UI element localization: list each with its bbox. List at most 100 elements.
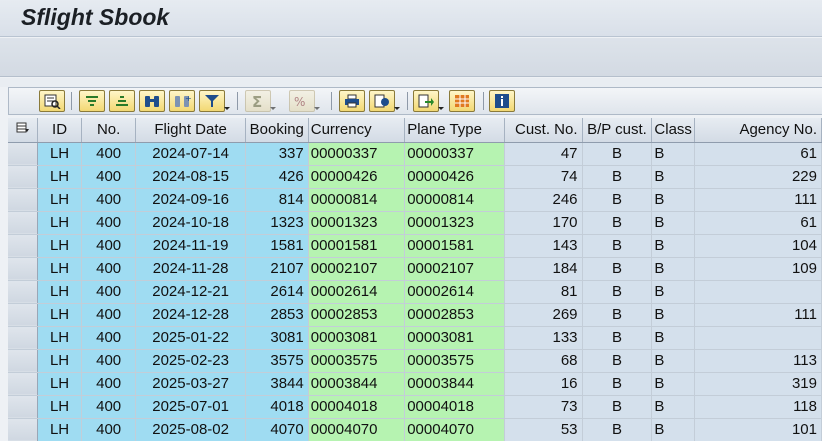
cell-flight-date[interactable]: 2025-03-27 bbox=[135, 372, 246, 396]
cell-no[interactable]: 400 bbox=[81, 211, 137, 235]
cell-bp-cust[interactable]: B bbox=[582, 211, 653, 235]
cell-cust-no[interactable]: 68 bbox=[504, 349, 583, 373]
cell-plane-type[interactable]: 00003575 bbox=[404, 349, 505, 373]
row-selector[interactable] bbox=[8, 165, 39, 189]
cell-agency-no[interactable]: 111 bbox=[694, 188, 822, 212]
cell-plane-type[interactable]: 00004018 bbox=[404, 395, 505, 419]
cell-currency[interactable]: 00002853 bbox=[308, 303, 406, 327]
cell-plane-type[interactable]: 00001323 bbox=[404, 211, 505, 235]
cell-plane-type[interactable]: 00001581 bbox=[404, 234, 505, 258]
row-selector[interactable] bbox=[8, 418, 39, 441]
cell-class[interactable]: B bbox=[651, 349, 695, 373]
details-button[interactable] bbox=[39, 90, 65, 112]
row-selector[interactable] bbox=[8, 188, 39, 212]
cell-no[interactable]: 400 bbox=[81, 418, 137, 441]
cell-class[interactable]: B bbox=[651, 257, 695, 281]
cell-cust-no[interactable]: 170 bbox=[504, 211, 583, 235]
cell-booking[interactable]: 426 bbox=[245, 165, 309, 189]
row-selector[interactable] bbox=[8, 372, 39, 396]
column-header-agency-no[interactable]: Agency No. bbox=[694, 118, 822, 143]
cell-cust-no[interactable]: 16 bbox=[504, 372, 583, 396]
cell-id[interactable]: LH bbox=[37, 326, 82, 350]
export-button[interactable] bbox=[413, 90, 444, 112]
views-button[interactable] bbox=[369, 90, 400, 112]
column-header-cust-no[interactable]: Cust. No. bbox=[504, 118, 583, 143]
table-row[interactable]: LH 400 2025-01-22 3081 00003081 00003081 133 B B bbox=[8, 326, 822, 350]
cell-plane-type[interactable]: 00002614 bbox=[404, 280, 505, 304]
row-selector[interactable] bbox=[8, 257, 39, 281]
cell-flight-date[interactable]: 2024-09-16 bbox=[135, 188, 246, 212]
cell-agency-no[interactable]: 109 bbox=[694, 257, 822, 281]
cell-currency[interactable]: 00001323 bbox=[308, 211, 406, 235]
table-row[interactable]: LH 400 2025-08-02 4070 00004070 00004070 53 B B 1… bbox=[8, 418, 822, 441]
cell-id[interactable]: LH bbox=[37, 372, 82, 396]
column-header-plane-type[interactable]: Plane Type bbox=[404, 118, 505, 143]
cell-id[interactable]: LH bbox=[37, 395, 82, 419]
cell-id[interactable]: LH bbox=[37, 142, 82, 166]
cell-no[interactable]: 400 bbox=[81, 188, 137, 212]
cell-agency-no[interactable]: 61 bbox=[694, 211, 822, 235]
table-row[interactable]: LH 400 2024-11-28 2107 00002107 00002107 184 B B… bbox=[8, 257, 822, 281]
cell-no[interactable]: 400 bbox=[81, 142, 137, 166]
cell-id[interactable]: LH bbox=[37, 257, 82, 281]
cell-flight-date[interactable]: 2024-10-18 bbox=[135, 211, 246, 235]
cell-class[interactable]: B bbox=[651, 280, 695, 304]
cell-booking[interactable]: 3575 bbox=[245, 349, 309, 373]
cell-booking[interactable]: 814 bbox=[245, 188, 309, 212]
cell-bp-cust[interactable]: B bbox=[582, 303, 653, 327]
cell-currency[interactable]: 00001581 bbox=[308, 234, 406, 258]
cell-class[interactable]: B bbox=[651, 142, 695, 166]
filter-button[interactable] bbox=[199, 90, 230, 112]
cell-bp-cust[interactable]: B bbox=[582, 326, 653, 350]
cell-id[interactable]: LH bbox=[37, 211, 82, 235]
cell-class[interactable]: B bbox=[651, 188, 695, 212]
cell-booking[interactable]: 4018 bbox=[245, 395, 309, 419]
sort-descending-button[interactable] bbox=[109, 90, 135, 112]
cell-cust-no[interactable]: 47 bbox=[504, 142, 583, 166]
cell-bp-cust[interactable]: B bbox=[582, 418, 653, 441]
cell-booking[interactable]: 1581 bbox=[245, 234, 309, 258]
cell-bp-cust[interactable]: B bbox=[582, 234, 653, 258]
print-button[interactable] bbox=[339, 90, 365, 112]
row-selector[interactable] bbox=[8, 142, 39, 166]
cell-flight-date[interactable]: 2024-11-19 bbox=[135, 234, 246, 258]
cell-booking[interactable]: 3844 bbox=[245, 372, 309, 396]
column-header-class[interactable]: Class bbox=[651, 118, 695, 143]
cell-agency-no[interactable]: 118 bbox=[694, 395, 822, 419]
cell-plane-type[interactable]: 00002107 bbox=[404, 257, 505, 281]
cell-id[interactable]: LH bbox=[37, 303, 82, 327]
table-row[interactable]: LH 400 2025-02-23 3575 00003575 00003575 68 B B 1… bbox=[8, 349, 822, 373]
cell-class[interactable]: B bbox=[651, 303, 695, 327]
cell-class[interactable]: B bbox=[651, 395, 695, 419]
find-next-button[interactable]: + bbox=[169, 90, 195, 112]
cell-id[interactable]: LH bbox=[37, 165, 82, 189]
cell-no[interactable]: 400 bbox=[81, 303, 137, 327]
info-button[interactable] bbox=[489, 90, 515, 112]
cell-currency[interactable]: 00003081 bbox=[308, 326, 406, 350]
cell-class[interactable]: B bbox=[651, 165, 695, 189]
row-selector[interactable] bbox=[8, 280, 39, 304]
table-row[interactable]: LH 400 2024-12-21 2614 00002614 00002614 81 B B bbox=[8, 280, 822, 304]
cell-flight-date[interactable]: 2025-08-02 bbox=[135, 418, 246, 441]
cell-flight-date[interactable]: 2024-12-21 bbox=[135, 280, 246, 304]
layout-button[interactable] bbox=[449, 90, 475, 112]
column-header-no[interactable]: No. bbox=[81, 118, 137, 143]
table-row[interactable]: LH 400 2024-08-15 426 00000426 00000426 74 B B 22… bbox=[8, 165, 822, 189]
table-row[interactable]: LH 400 2024-09-16 814 00000814 00000814 246 B B 1… bbox=[8, 188, 822, 212]
row-selector[interactable] bbox=[8, 303, 39, 327]
cell-no[interactable]: 400 bbox=[81, 234, 137, 258]
cell-flight-date[interactable]: 2024-12-28 bbox=[135, 303, 246, 327]
cell-agency-no[interactable]: 104 bbox=[694, 234, 822, 258]
cell-agency-no[interactable]: 113 bbox=[694, 349, 822, 373]
cell-plane-type[interactable]: 00000814 bbox=[404, 188, 505, 212]
cell-no[interactable]: 400 bbox=[81, 372, 137, 396]
cell-class[interactable]: B bbox=[651, 234, 695, 258]
cell-flight-date[interactable]: 2024-08-15 bbox=[135, 165, 246, 189]
cell-id[interactable]: LH bbox=[37, 234, 82, 258]
cell-id[interactable]: LH bbox=[37, 418, 82, 441]
cell-booking[interactable]: 3081 bbox=[245, 326, 309, 350]
cell-booking[interactable]: 2614 bbox=[245, 280, 309, 304]
row-selector[interactable] bbox=[8, 326, 39, 350]
cell-id[interactable]: LH bbox=[37, 280, 82, 304]
column-header-id[interactable]: ID bbox=[37, 118, 82, 143]
